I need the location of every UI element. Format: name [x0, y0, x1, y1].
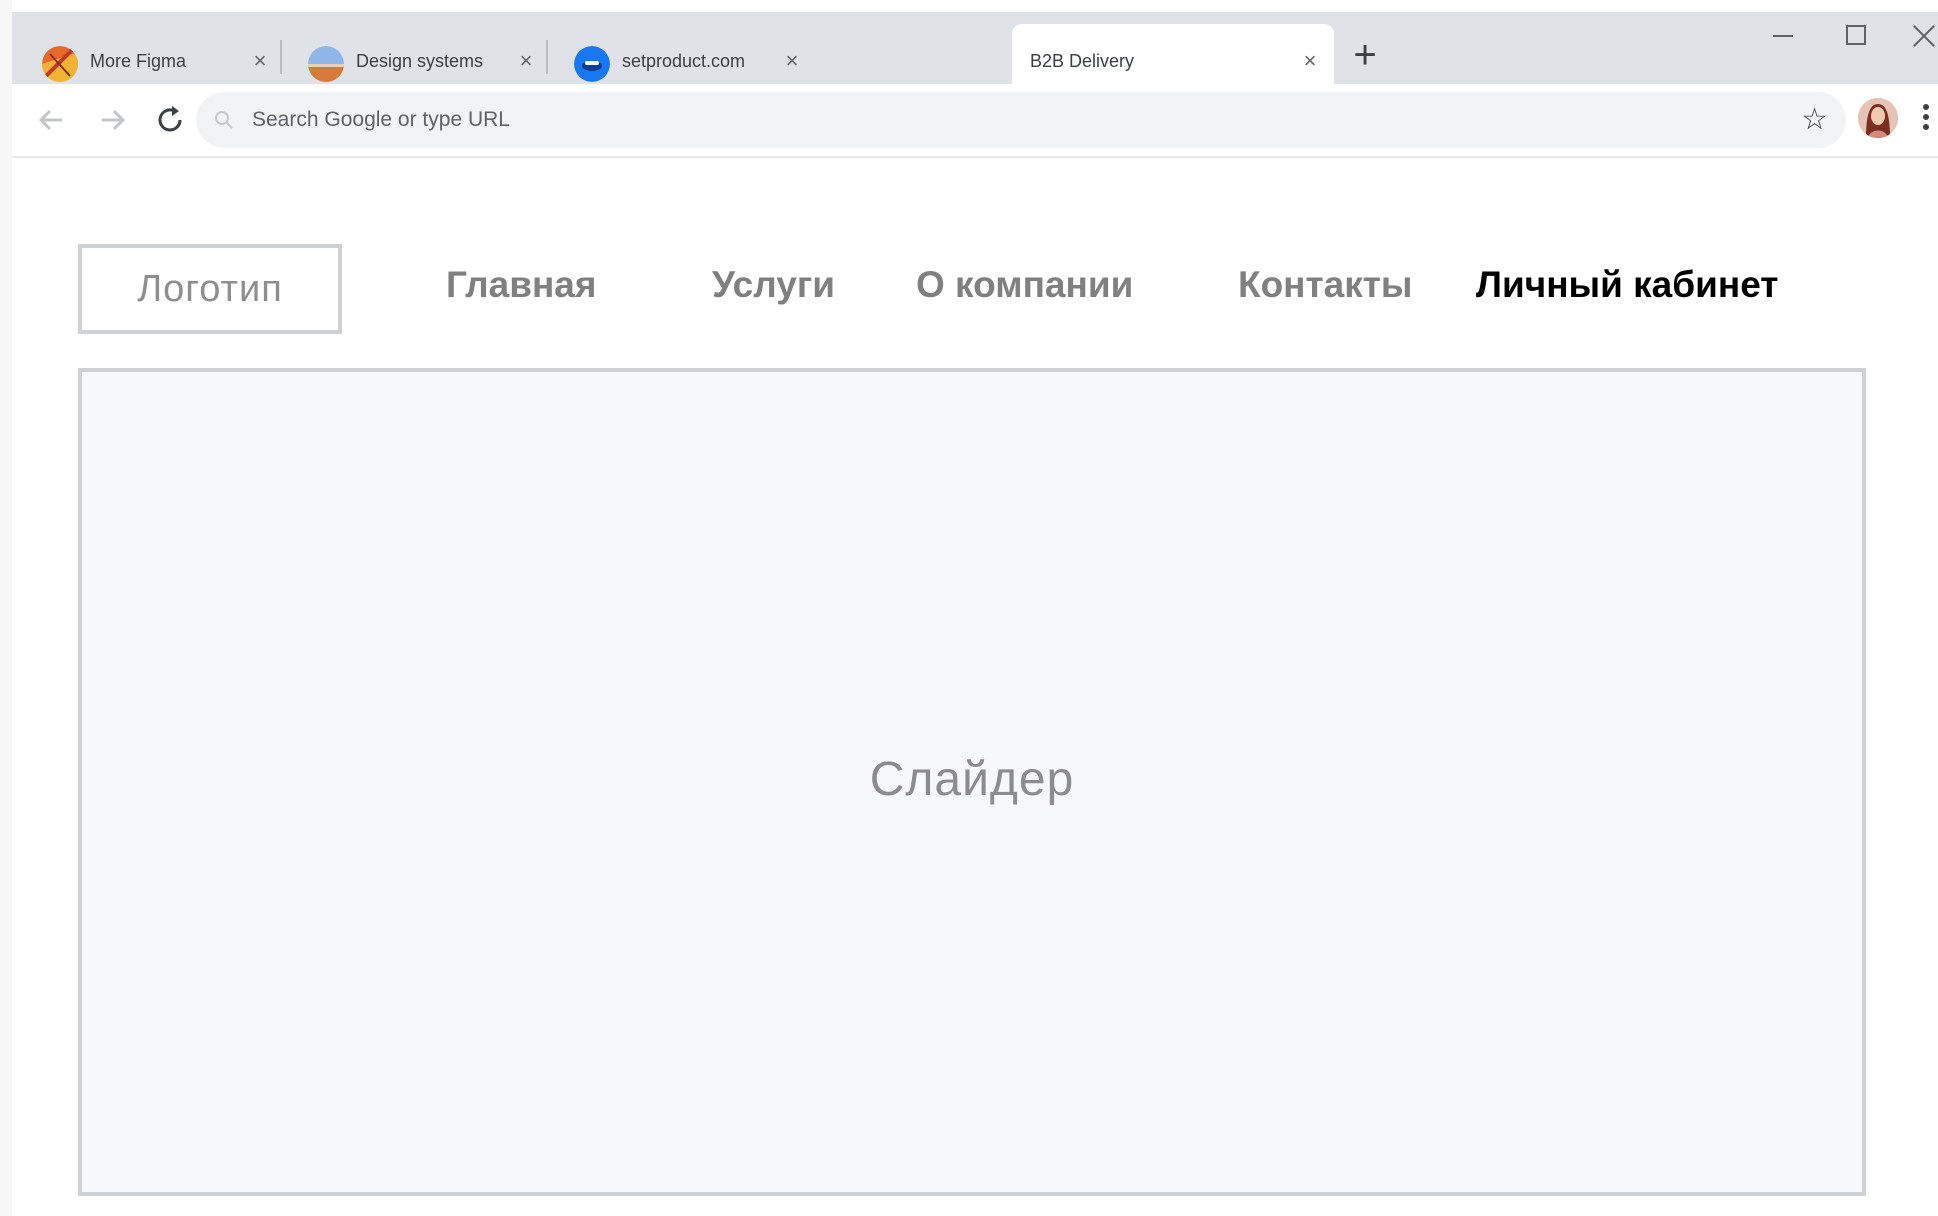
outer-margin	[0, 0, 12, 1216]
logo-placeholder[interactable]: Логотип	[78, 244, 342, 334]
tab-title: B2B Delivery	[1030, 51, 1135, 71]
close-icon[interactable]	[1910, 18, 1938, 54]
maximize-icon[interactable]	[1838, 18, 1874, 54]
search-icon	[214, 110, 234, 135]
avatar[interactable]	[1858, 98, 1898, 138]
forward-icon[interactable]	[90, 98, 134, 142]
tab-strip: More Figma × Design systems × setproduct…	[12, 12, 1938, 84]
address-placeholder: Search Google or type URL	[252, 108, 510, 131]
minimize-icon[interactable]	[1765, 18, 1801, 54]
tab-title: More Figma	[90, 51, 187, 71]
plus-icon[interactable]: +	[1344, 34, 1386, 76]
toolbar: Search Google or type URL ☆	[12, 84, 1938, 158]
close-icon[interactable]: ×	[514, 49, 538, 73]
nav-link-home[interactable]: Главная	[446, 264, 596, 306]
logo-text: Логотип	[137, 268, 283, 310]
tab-title: Design systems	[356, 51, 484, 71]
close-icon[interactable]: ×	[1298, 49, 1322, 73]
figma-favicon-icon	[42, 46, 78, 82]
tab-divider	[280, 40, 282, 74]
tab-divider	[546, 40, 548, 74]
nav-link-account[interactable]: Личный кабинет	[1476, 264, 1778, 306]
back-icon[interactable]	[30, 98, 74, 142]
tab-title: setproduct.com	[622, 51, 746, 71]
tab-more-figma[interactable]: More Figma ×	[18, 24, 276, 84]
browser-chrome: More Figma × Design systems × setproduct…	[12, 12, 1938, 158]
close-icon[interactable]: ×	[248, 49, 272, 73]
design-systems-favicon-icon	[308, 46, 344, 82]
nav-link-contacts[interactable]: Контакты	[1238, 264, 1412, 306]
address-bar[interactable]: Search Google or type URL ☆	[196, 92, 1846, 148]
tab-setproduct[interactable]: setproduct.com ×	[550, 24, 808, 84]
nav-link-about[interactable]: О компании	[916, 264, 1133, 306]
slider-label: Слайдер	[869, 753, 1075, 806]
nav-link-services[interactable]: Услуги	[712, 264, 835, 306]
bookmark-star-icon[interactable]: ☆	[1801, 102, 1828, 138]
page-content: Логотип Главная Услуги О компании Контак…	[12, 158, 1938, 1216]
tab-b2b-delivery[interactable]: B2B Delivery ×	[1012, 24, 1334, 84]
close-icon[interactable]: ×	[780, 49, 804, 73]
more-menu-icon[interactable]	[1918, 100, 1934, 140]
tab-design-systems[interactable]: Design systems ×	[284, 24, 542, 84]
reload-icon[interactable]	[148, 98, 192, 142]
setproduct-favicon-icon	[574, 46, 610, 82]
slider-placeholder[interactable]: Слайдер	[78, 368, 1866, 1196]
